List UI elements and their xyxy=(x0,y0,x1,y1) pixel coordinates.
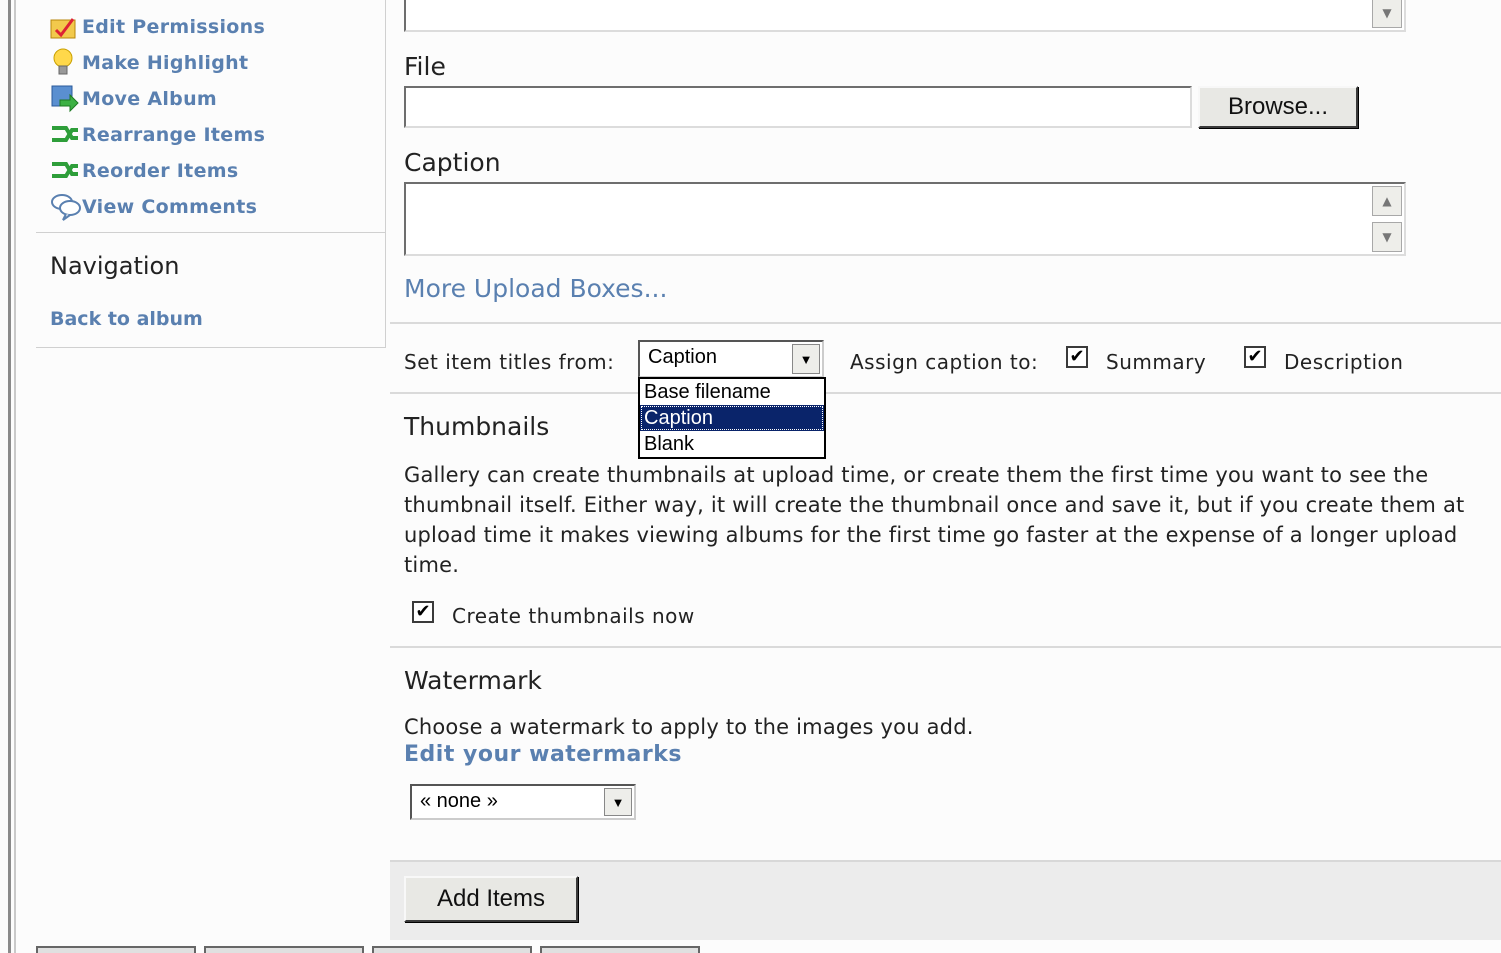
divider xyxy=(390,392,1501,394)
file-label: File xyxy=(404,52,446,81)
sidebar-item-label: Edit Permissions xyxy=(82,16,266,38)
reorder-icon xyxy=(50,156,82,186)
option-blank[interactable]: Blank xyxy=(640,431,824,457)
sidebar-item-label: View Comments xyxy=(82,196,258,218)
thumbnails-description: Gallery can create thumbnails at upload … xyxy=(404,463,1465,577)
option-base-filename[interactable]: Base filename xyxy=(640,379,824,405)
create-thumbnails-checkbox[interactable]: ✔ xyxy=(412,601,434,623)
chevron-down-icon[interactable]: ▼ xyxy=(792,344,820,374)
bottom-tabs xyxy=(36,946,736,953)
caption-textarea[interactable]: ▲ ▼ xyxy=(404,182,1406,256)
window-left-border xyxy=(8,0,11,953)
comments-icon xyxy=(50,192,82,222)
edit-watermarks-link[interactable]: Edit your watermarks xyxy=(404,742,682,767)
sidebar-item-label: Reorder Items xyxy=(82,160,239,182)
add-items-button[interactable]: Add Items xyxy=(404,876,578,922)
titles-from-select[interactable]: Caption ▼ xyxy=(638,340,824,378)
caption-label: Caption xyxy=(404,148,501,177)
watermark-value: « none » xyxy=(420,790,498,812)
rearrange-icon xyxy=(50,120,82,150)
sidebar-item-move-album[interactable]: Move Album xyxy=(50,84,217,114)
bottom-tab[interactable] xyxy=(540,946,700,953)
browse-button[interactable]: Browse... xyxy=(1198,86,1358,128)
sidebar-item-rearrange-items[interactable]: Rearrange Items xyxy=(50,120,265,150)
watermark-title: Watermark xyxy=(404,666,542,695)
scroll-up-button[interactable]: ▲ xyxy=(1372,186,1402,216)
create-thumbnails-label: Create thumbnails now xyxy=(452,604,695,628)
titles-from-label: Set item titles from: xyxy=(404,350,615,374)
sidebar-item-reorder-items[interactable]: Reorder Items xyxy=(50,156,238,186)
watermark-description: Choose a watermark to apply to the image… xyxy=(404,715,974,739)
file-input[interactable] xyxy=(404,86,1192,128)
chevron-down-icon[interactable]: ▼ xyxy=(604,788,632,816)
window-left-border-inner xyxy=(14,0,16,953)
sidebar-item-view-comments[interactable]: View Comments xyxy=(50,192,257,222)
sidebar-item-make-highlight[interactable]: Make Highlight xyxy=(50,48,248,78)
option-caption[interactable]: Caption xyxy=(640,405,824,431)
more-upload-boxes-link[interactable]: More Upload Boxes... xyxy=(404,274,667,303)
assign-caption-label: Assign caption to: xyxy=(850,350,1039,374)
scroll-down-button[interactable]: ▼ xyxy=(1372,0,1402,28)
lightbulb-icon xyxy=(50,48,82,78)
divider xyxy=(390,322,1501,324)
sidebar: Edit Permissions Make Highlight Move Alb… xyxy=(36,0,386,348)
sidebar-item-label: Move Album xyxy=(82,88,217,110)
bottom-tab[interactable] xyxy=(36,946,196,953)
previous-caption-textarea[interactable]: ▼ xyxy=(404,0,1406,32)
move-album-icon xyxy=(50,84,82,114)
main-content: ▼ File Browse... Caption ▲ ▼ More Upload… xyxy=(390,0,1501,953)
navigation-title: Navigation xyxy=(50,252,180,280)
sidebar-divider xyxy=(36,232,386,233)
divider xyxy=(390,646,1501,648)
thumbnails-title: Thumbnails xyxy=(404,412,550,441)
sidebar-item-edit-permissions[interactable]: Edit Permissions xyxy=(50,12,265,42)
titles-from-value: Caption xyxy=(648,346,717,368)
summary-checkbox[interactable]: ✔ xyxy=(1066,346,1088,368)
bottom-tab[interactable] xyxy=(372,946,532,953)
bottom-tab[interactable] xyxy=(204,946,364,953)
watermark-select[interactable]: « none » ▼ xyxy=(410,784,636,820)
description-label: Description xyxy=(1284,350,1404,374)
scroll-down-button[interactable]: ▼ xyxy=(1372,222,1402,252)
sidebar-item-label: Make Highlight xyxy=(82,52,249,74)
permissions-icon xyxy=(50,12,82,42)
sidebar-item-label: Rearrange Items xyxy=(82,124,266,146)
back-to-album-link[interactable]: Back to album xyxy=(50,308,203,330)
titles-from-dropdown: Base filename Caption Blank xyxy=(638,377,826,459)
summary-label: Summary xyxy=(1106,350,1207,374)
description-checkbox[interactable]: ✔ xyxy=(1244,346,1266,368)
